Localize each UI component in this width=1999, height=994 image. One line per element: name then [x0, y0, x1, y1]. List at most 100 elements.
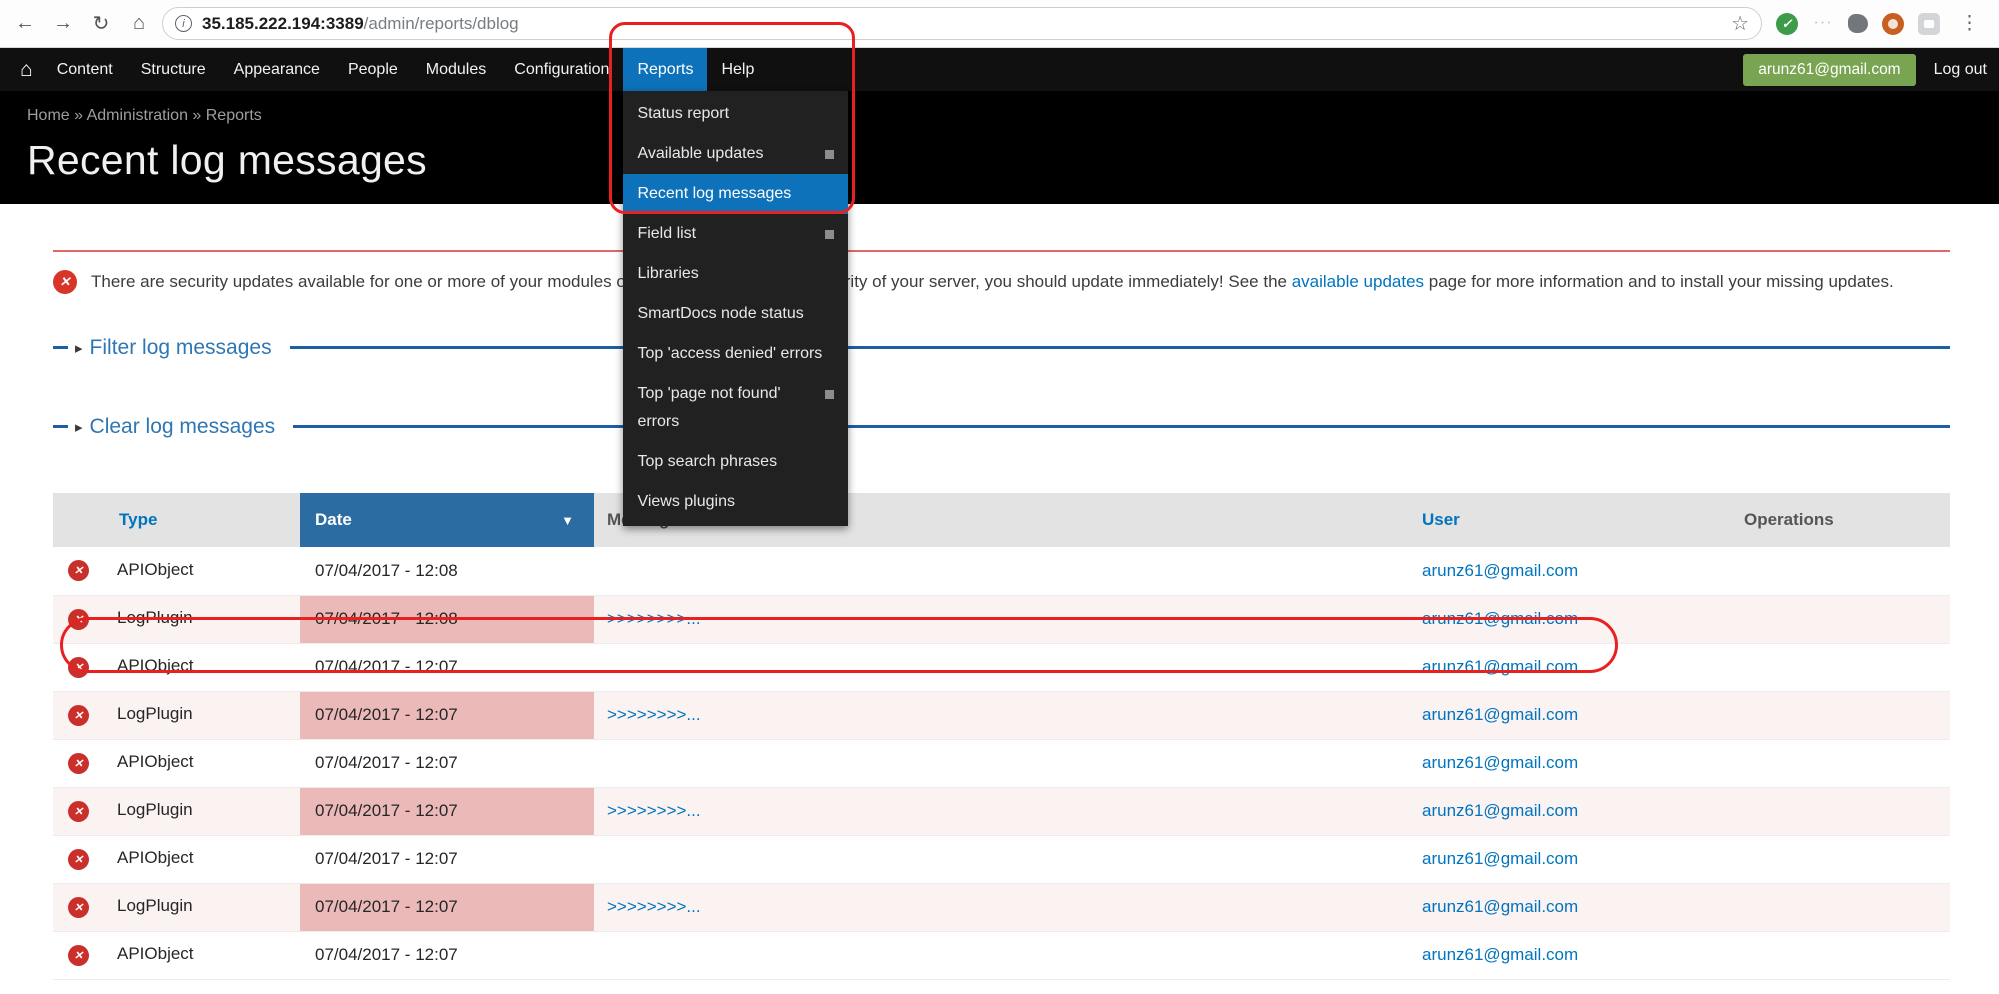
clear-log-messages-toggle[interactable]: Clear log messages	[90, 415, 276, 439]
log-date: 07/04/2017 - 12:07	[315, 753, 458, 772]
log-user-link[interactable]: arunz61@gmail.com	[1422, 705, 1578, 724]
log-user-link[interactable]: arunz61@gmail.com	[1422, 561, 1578, 580]
error-icon: ✕	[68, 753, 89, 774]
error-x-glyph: ✕	[74, 564, 83, 577]
sort-by-type-link[interactable]: Type	[53, 510, 300, 530]
logout-button[interactable]: Log out	[1930, 48, 1999, 91]
clear-log-messages-fieldset: ▸ Clear log messages	[53, 410, 1950, 443]
toolbar-item-configuration[interactable]: Configuration	[500, 48, 623, 91]
filter-log-messages-fieldset: ▸ Filter log messages	[53, 331, 1950, 364]
toolbar-item-structure[interactable]: Structure	[127, 48, 220, 91]
menu-item-top-page-not-found-errors[interactable]: Top 'page not found' errors	[623, 374, 848, 442]
log-operations	[1730, 547, 1950, 595]
log-user-link[interactable]: arunz61@gmail.com	[1422, 897, 1578, 916]
log-type: LogPlugin	[117, 704, 193, 723]
available-updates-link[interactable]: available updates	[1292, 272, 1424, 291]
extension-area: ✓ ⋮	[1772, 12, 1989, 35]
toolbar-item-appearance[interactable]: Appearance	[220, 48, 334, 91]
log-type: LogPlugin	[117, 800, 193, 819]
log-user-link[interactable]: arunz61@gmail.com	[1422, 801, 1578, 820]
log-user-link[interactable]: arunz61@gmail.com	[1422, 945, 1578, 964]
user-account-button[interactable]: arunz61@gmail.com	[1743, 54, 1915, 86]
menu-item-smartdocs-node-status[interactable]: SmartDocs node status	[623, 294, 848, 334]
back-icon[interactable]: ←	[10, 9, 40, 39]
log-operations	[1730, 595, 1950, 643]
log-user-link[interactable]: arunz61@gmail.com	[1422, 609, 1578, 628]
error-x-glyph: ✕	[60, 274, 71, 290]
error-icon: ✕	[68, 657, 89, 678]
error-icon: ✕	[68, 560, 89, 581]
log-message-link[interactable]: >>>>>>>>...	[607, 801, 701, 820]
menu-item-available-updates[interactable]: Available updates	[623, 134, 848, 174]
forward-icon[interactable]: →	[48, 9, 78, 39]
menu-item-label: Libraries	[637, 260, 698, 288]
log-operations	[1730, 835, 1950, 883]
log-user-link[interactable]: arunz61@gmail.com	[1422, 657, 1578, 676]
log-date: 07/04/2017 - 12:07	[315, 801, 458, 820]
error-x-glyph: ✕	[74, 709, 83, 722]
log-message-link[interactable]: >>>>>>>>...	[607, 609, 701, 628]
admin-toolbar: ⌂ Content Structure Appearance People Mo…	[0, 48, 1999, 91]
menu-item-label: Available updates	[637, 140, 763, 168]
dots-extension-icon[interactable]	[1812, 13, 1834, 35]
bookmark-star-icon[interactable]: ☆	[1731, 11, 1749, 36]
log-message-link[interactable]: >>>>>>>>...	[607, 897, 701, 916]
page-info-icon[interactable]: i	[175, 15, 192, 32]
toolbar-home-icon[interactable]: ⌂	[10, 48, 43, 91]
toolbar-item-people[interactable]: People	[334, 48, 412, 91]
warning-text-after: page for more information and to install…	[1424, 272, 1894, 291]
error-icon: ✕	[68, 801, 89, 822]
menu-item-field-list[interactable]: Field list	[623, 214, 848, 254]
warning-text: There are security updates available for…	[91, 268, 1894, 295]
toolbar-item-help[interactable]: Help	[707, 48, 768, 91]
menu-item-recent-log-messages[interactable]: Recent log messages	[623, 174, 848, 214]
table-row: ✕APIObject 07/04/2017 - 12:08 arunz61@gm…	[53, 547, 1950, 595]
toolbar-item-reports[interactable]: Reports Status report Available updates …	[623, 48, 707, 91]
filter-log-messages-toggle[interactable]: Filter log messages	[90, 336, 272, 360]
menu-item-top-access-denied-errors[interactable]: Top 'access denied' errors	[623, 334, 848, 374]
log-type: APIObject	[117, 944, 194, 963]
menu-item-status-report[interactable]: Status report	[623, 94, 848, 134]
fieldset-dash	[53, 346, 68, 349]
error-x-glyph: ✕	[74, 853, 83, 866]
log-user-link[interactable]: arunz61@gmail.com	[1422, 753, 1578, 772]
log-type: APIObject	[117, 848, 194, 867]
menu-item-top-search-phrases[interactable]: Top search phrases	[623, 442, 848, 482]
log-date: 07/04/2017 - 12:07	[315, 705, 458, 724]
date-header-label: Date	[315, 510, 352, 530]
orange-extension-icon[interactable]	[1882, 13, 1904, 35]
table-row: ✕APIObject 07/04/2017 - 12:07 arunz61@gm…	[53, 739, 1950, 787]
page-header: Home » Administration » Reports Recent l…	[0, 91, 1999, 204]
toolbar-item-content[interactable]: Content	[43, 48, 127, 91]
sort-by-date-header[interactable]: Date ▼	[300, 493, 594, 547]
breadcrumb[interactable]: Home » Administration » Reports	[27, 107, 1999, 127]
green-check-extension-icon[interactable]: ✓	[1776, 13, 1798, 35]
menu-item-views-plugins[interactable]: Views plugins	[623, 482, 848, 522]
gray-extension-icon[interactable]	[1848, 14, 1868, 33]
menu-item-libraries[interactable]: Libraries	[623, 254, 848, 294]
table-row-highlighted: ✕LogPlugin 07/04/2017 - 12:08 >>>>>>>>..…	[53, 595, 1950, 643]
sort-by-user-link[interactable]: User	[1410, 510, 1730, 530]
toolbar-item-modules[interactable]: Modules	[412, 48, 500, 91]
log-message-link[interactable]: >>>>>>>>...	[607, 705, 701, 724]
reload-icon[interactable]: ↻	[86, 9, 116, 39]
page-title: Recent log messages	[27, 137, 1999, 184]
table-header-row: Type Date▼ Message User Operations	[53, 493, 1950, 547]
sort-descending-icon[interactable]: ▼	[561, 513, 574, 528]
log-user-link[interactable]: arunz61@gmail.com	[1422, 849, 1578, 868]
screenshot-extension-icon[interactable]	[1918, 13, 1940, 35]
log-date: 07/04/2017 - 12:08	[315, 561, 458, 580]
url-host: 35.185.222.194:3389	[202, 14, 364, 34]
url-path: /admin/reports/dblog	[364, 14, 519, 34]
table-row: ✕ LogPlugin 07/04/2017 - 12:07 >>>>>>>>..…	[53, 787, 1950, 835]
url-bar[interactable]: i 35.185.222.194:3389/admin/reports/dblo…	[162, 7, 1762, 40]
error-x-glyph: ✕	[74, 805, 83, 818]
error-icon: ✕	[68, 705, 89, 726]
menu-item-label: Recent log messages	[637, 180, 791, 208]
security-warning-message: ✕ There are security updates available f…	[53, 250, 1950, 295]
table-row: ✕APIObject 07/04/2017 - 12:07 arunz61@gm…	[53, 643, 1950, 691]
log-messages-table: Type Date▼ Message User Operations ✕APIO…	[53, 493, 1950, 980]
browser-menu-icon[interactable]: ⋮	[1954, 12, 1985, 35]
home-icon[interactable]: ⌂	[124, 9, 154, 39]
menu-item-label: SmartDocs node status	[637, 300, 803, 328]
